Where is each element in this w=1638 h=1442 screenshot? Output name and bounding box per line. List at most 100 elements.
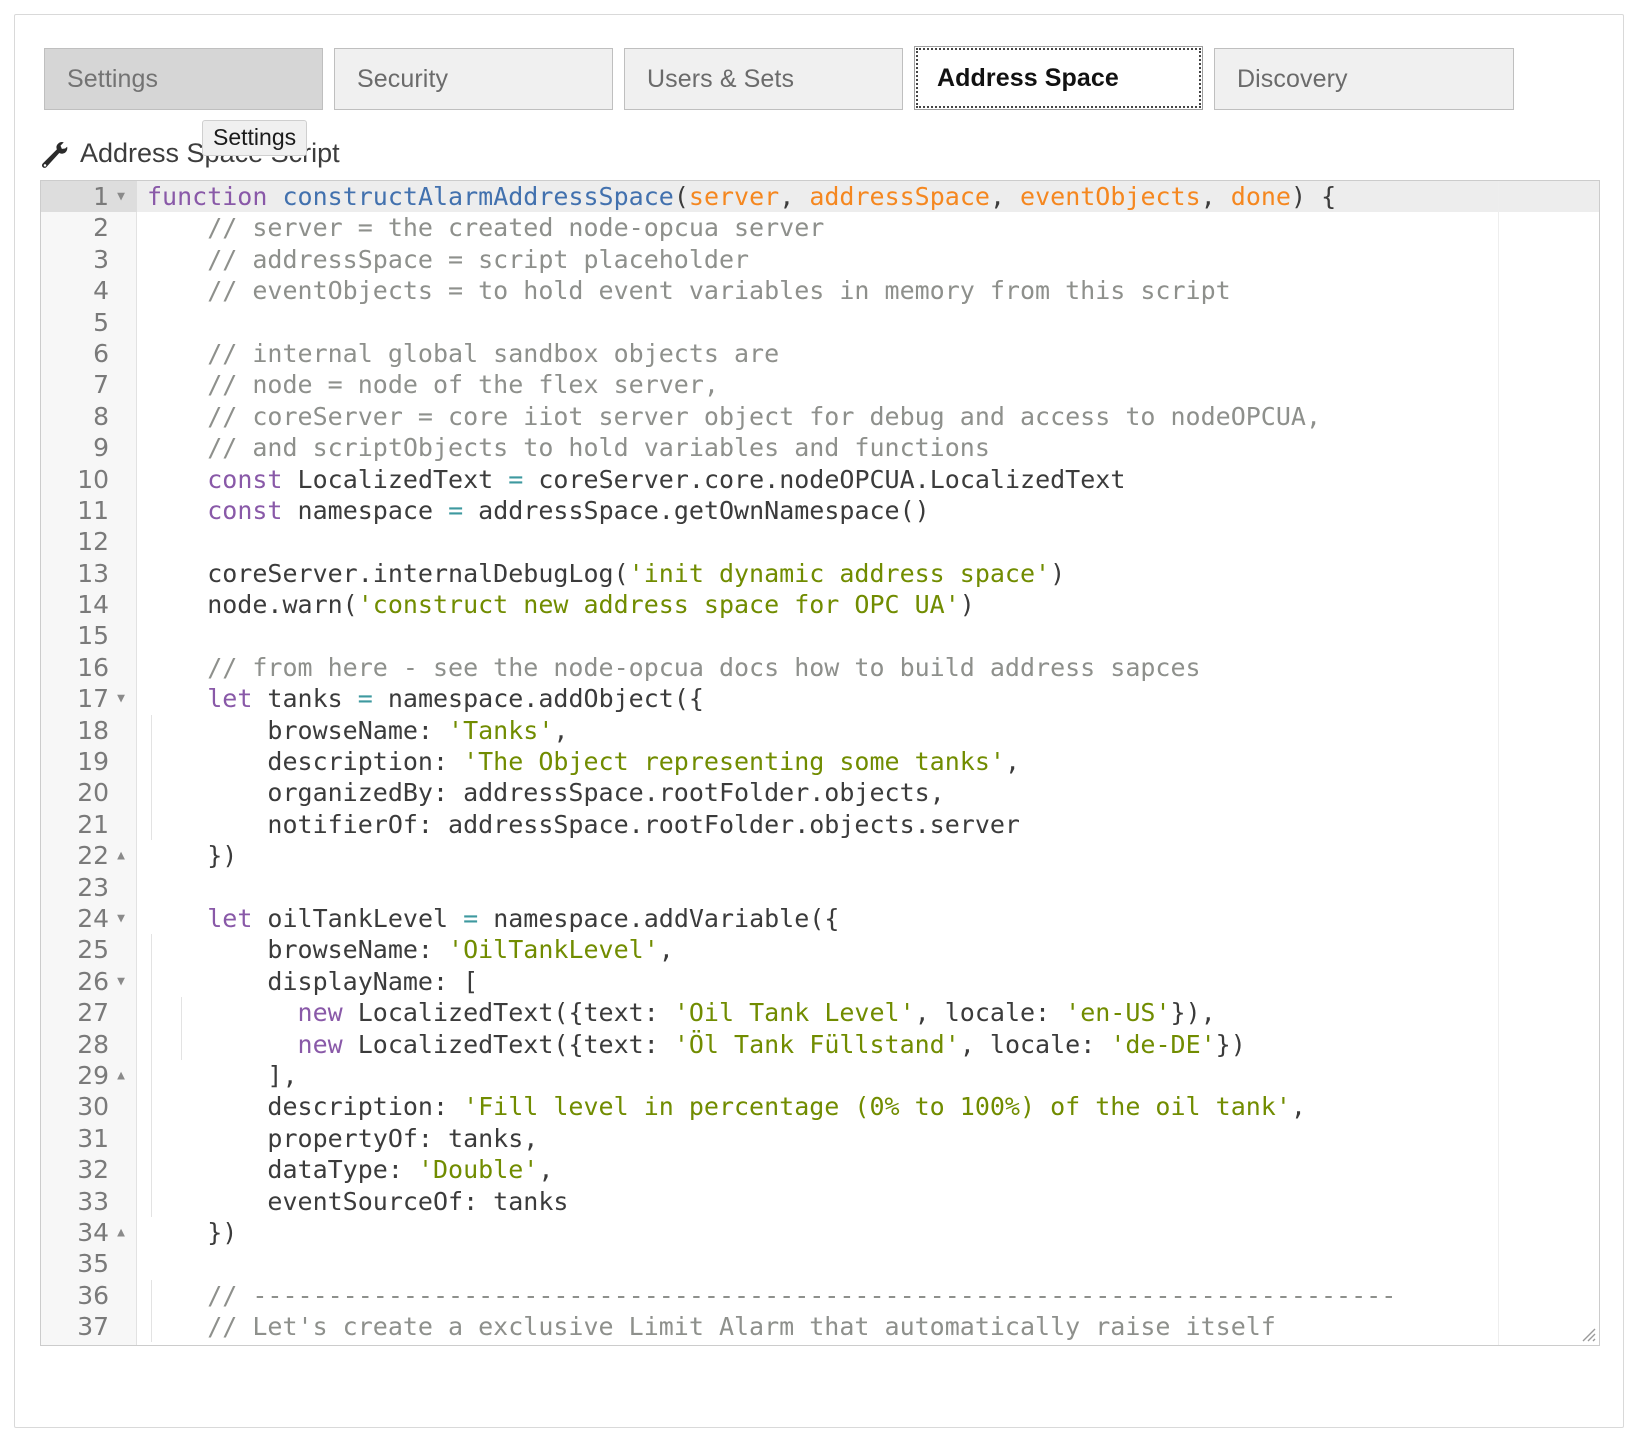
code-line[interactable]: 20 organizedBy: addressSpace.rootFolder.… [41,777,1599,808]
token-pl: organizedBy: addressSpace.rootFolder.obj… [147,778,945,807]
token-kw: let [207,904,252,933]
code-line[interactable]: 12 [41,526,1599,557]
fold-open-icon[interactable]: ▼ [113,181,129,212]
code-line[interactable]: 10 const LocalizedText = coreServer.core… [41,464,1599,495]
token-op: = [508,465,523,494]
line-number: 36 [41,1280,137,1311]
code-line[interactable]: 32 dataType: 'Double', [41,1154,1599,1185]
token-pl: , locale: [960,1030,1111,1059]
code-line[interactable]: 34▲ }) [41,1217,1599,1248]
code-line[interactable]: 31 propertyOf: tanks, [41,1123,1599,1154]
tab-security[interactable]: Security [334,48,613,110]
code-text: // node = node of the flex server, [147,369,719,400]
code-line[interactable]: 8 // coreServer = core iiot server objec… [41,401,1599,432]
tab-address-space[interactable]: Address Space [914,46,1203,110]
code-text: // Let's create a exclusive Limit Alarm … [147,1311,1276,1342]
token-str: 'en-US' [1065,998,1170,1027]
token-cmt: // addressSpace = script placeholder [147,245,749,274]
token-op: = [358,684,373,713]
code-line[interactable]: 5 [41,307,1599,338]
code-text: description: 'Fill level in percentage (… [147,1091,1306,1122]
token-fn: constructAlarmAddressSpace [282,182,673,211]
code-line[interactable]: 22▲ }) [41,840,1599,871]
token-kw: new [298,1030,343,1059]
token-str: 'The Object representing some tanks' [463,747,1005,776]
fold-open-icon[interactable]: ▼ [113,683,129,714]
code-line[interactable]: 27 new LocalizedText({text: 'Oil Tank Le… [41,997,1599,1028]
tab-users-and-sets[interactable]: Users & Sets [624,48,903,110]
token-pl: coreServer.core.nodeOPCUA.LocalizedText [523,465,1125,494]
token-cmt: // node = node of the flex server, [147,370,719,399]
code-line[interactable]: 28 new LocalizedText({text: 'Öl Tank Fül… [41,1029,1599,1060]
code-line[interactable]: 21 notifierOf: addressSpace.rootFolder.o… [41,809,1599,840]
editor-code-area[interactable]: 1▼function constructAlarmAddressSpace(se… [41,181,1599,1345]
token-pl: tanks [252,684,357,713]
code-line[interactable]: 2 // server = the created node-opcua ser… [41,212,1599,243]
code-text: // and scriptObjects to hold variables a… [147,432,990,463]
code-line[interactable]: 9 // and scriptObjects to hold variables… [41,432,1599,463]
token-pl: , locale: [915,998,1066,1027]
code-line[interactable]: 30 description: 'Fill level in percentag… [41,1091,1599,1122]
token-pl [147,1030,298,1059]
code-line[interactable]: 6 // internal global sandbox objects are [41,338,1599,369]
token-kw: const [207,496,282,525]
code-line[interactable]: 15 [41,620,1599,651]
token-pl: namespace.addObject({ [373,684,704,713]
code-line[interactable]: 18 browseName: 'Tanks', [41,715,1599,746]
token-str: 'Oil Tank Level' [674,998,915,1027]
code-line[interactable]: 14 node.warn('construct new address spac… [41,589,1599,620]
code-text: displayName: [ [147,966,478,997]
wrench-icon [40,141,70,171]
code-text: // coreServer = core iiot server object … [147,401,1321,432]
code-text: const LocalizedText = coreServer.core.no… [147,464,1125,495]
line-number: 12 [41,526,137,557]
code-line[interactable]: 33 eventSourceOf: tanks [41,1186,1599,1217]
code-line[interactable]: 1▼function constructAlarmAddressSpace(se… [41,181,1599,212]
code-text: browseName: 'OilTankLevel', [147,934,674,965]
code-line[interactable]: 36 // ----------------------------------… [41,1280,1599,1311]
tab-settings-label: Settings [67,65,158,94]
token-cmt: // coreServer = core iiot server object … [147,402,1321,431]
fold-close-icon[interactable]: ▲ [113,1217,129,1248]
editor-resize-handle[interactable] [1578,1324,1596,1342]
tab-discovery[interactable]: Discovery [1214,48,1514,110]
fold-close-icon[interactable]: ▲ [113,1060,129,1091]
token-pl: addressSpace.getOwnNamespace() [463,496,930,525]
code-line[interactable]: 35 [41,1248,1599,1279]
code-line[interactable]: 23 [41,872,1599,903]
code-line[interactable]: 37 // Let's create a exclusive Limit Ala… [41,1311,1599,1342]
code-line[interactable]: 3 // addressSpace = script placeholder [41,244,1599,275]
code-line[interactable]: 29▲ ], [41,1060,1599,1091]
token-pl: ) [1050,559,1065,588]
line-number: 14 [41,589,137,620]
code-text: // internal global sandbox objects are [147,338,779,369]
fold-close-icon[interactable]: ▲ [113,840,129,871]
tab-bar: Settings Security Users & Sets Address S… [44,46,1584,110]
code-text: browseName: 'Tanks', [147,715,568,746]
address-space-script-editor[interactable]: 1▼function constructAlarmAddressSpace(se… [40,180,1600,1346]
token-str: 'Tanks' [448,716,553,745]
code-line[interactable]: 26▼ displayName: [ [41,966,1599,997]
code-text: // addressSpace = script placeholder [147,244,749,275]
code-line[interactable]: 4 // eventObjects = to hold event variab… [41,275,1599,306]
token-prm: done [1231,182,1291,211]
code-line[interactable]: 7 // node = node of the flex server, [41,369,1599,400]
code-text: const namespace = addressSpace.getOwnNam… [147,495,930,526]
code-line[interactable]: 24▼ let oilTankLevel = namespace.addVari… [41,903,1599,934]
tab-settings[interactable]: Settings [44,48,323,110]
token-str: 'OilTankLevel' [448,935,659,964]
token-str: 'Öl Tank Füllstand' [674,1030,960,1059]
code-line[interactable]: 16 // from here - see the node-opcua doc… [41,652,1599,683]
tab-users-and-sets-label: Users & Sets [647,65,794,94]
fold-open-icon[interactable]: ▼ [113,903,129,934]
code-line[interactable]: 17▼ let tanks = namespace.addObject({ [41,683,1599,714]
code-line[interactable]: 25 browseName: 'OilTankLevel', [41,934,1599,965]
fold-open-icon[interactable]: ▼ [113,966,129,997]
token-prm: eventObjects [1020,182,1201,211]
token-cmt: // internal global sandbox objects are [147,339,779,368]
line-number: 30 [41,1091,137,1122]
code-line[interactable]: 19 description: 'The Object representing… [41,746,1599,777]
code-line[interactable]: 13 coreServer.internalDebugLog('init dyn… [41,558,1599,589]
code-line[interactable]: 11 const namespace = addressSpace.getOwn… [41,495,1599,526]
code-text: // server = the created node-opcua serve… [147,212,824,243]
